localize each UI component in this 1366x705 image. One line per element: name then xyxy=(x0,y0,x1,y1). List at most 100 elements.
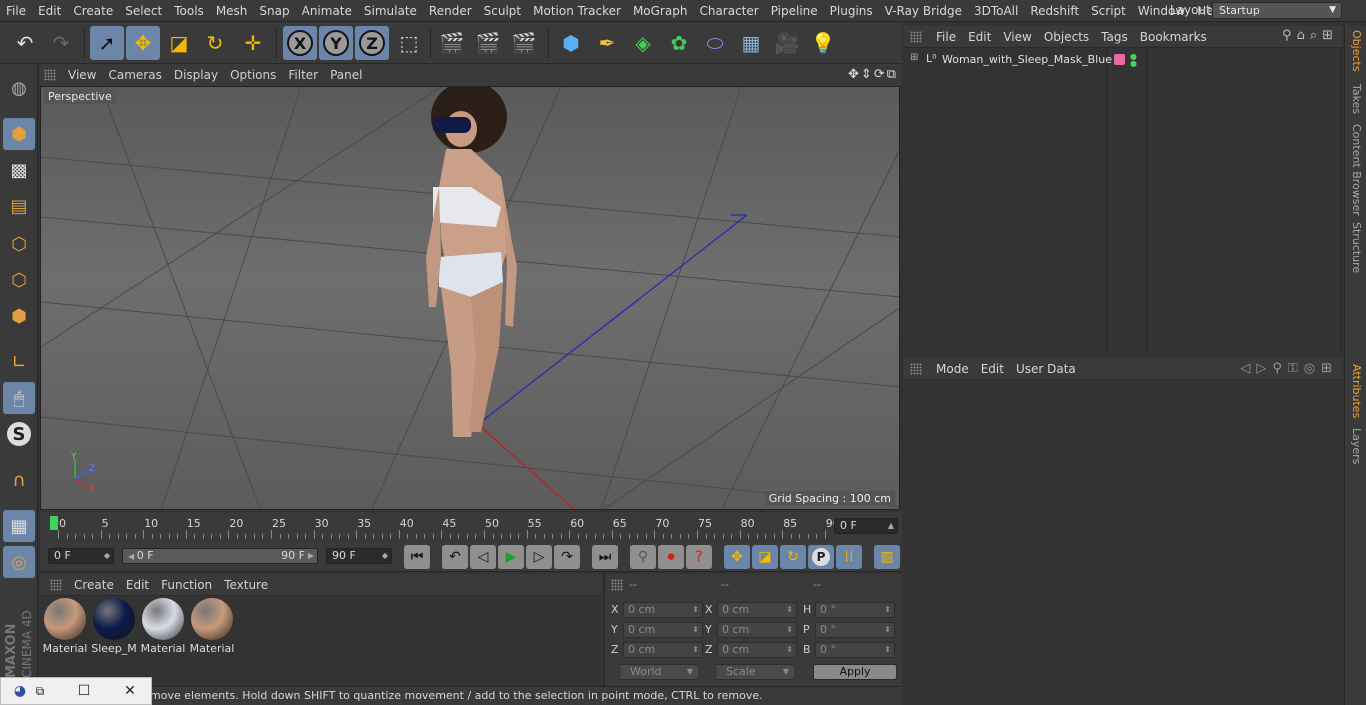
viewport-menu-display[interactable]: Display xyxy=(168,68,224,82)
object-menu-tags[interactable]: Tags xyxy=(1095,30,1134,44)
quantize-button[interactable]: ◎ xyxy=(3,546,35,578)
material-swatch[interactable]: Material xyxy=(140,598,186,656)
viewport-menu-panel[interactable]: Panel xyxy=(324,68,368,82)
key-position-button[interactable]: ✥ xyxy=(724,545,750,569)
viewport-nav-icons[interactable]: ✥⇕⟳⧉ xyxy=(848,67,898,82)
coord-value-field[interactable]: 0 cm ⬍ xyxy=(623,642,703,658)
menu-simulate[interactable]: Simulate xyxy=(358,4,423,18)
attribute-menu-edit[interactable]: Edit xyxy=(975,362,1010,376)
subdivision-button[interactable]: ◈ xyxy=(626,26,660,60)
coord-value-field[interactable]: 0 cm ⬍ xyxy=(623,622,703,638)
key-pla-button[interactable]: ⁞⁞ xyxy=(836,545,862,569)
menu-redshift[interactable]: Redshift xyxy=(1024,4,1085,18)
viewport-perspective[interactable]: Y Z X Perspective Grid Spacing : 100 cm xyxy=(40,86,900,510)
menu-motion-tracker[interactable]: Motion Tracker xyxy=(527,4,627,18)
object-menu-bookmarks[interactable]: Bookmarks xyxy=(1134,30,1213,44)
workplane-mode-button[interactable]: ▤ xyxy=(3,190,35,222)
z-axis-lock-button[interactable]: Z xyxy=(355,26,389,60)
timeline-window-button[interactable]: ▥ xyxy=(874,545,900,569)
menu-3dtoall[interactable]: 3DToAll xyxy=(968,4,1024,18)
viewport-menu-view[interactable]: View xyxy=(62,68,102,82)
tweak-mode-button[interactable]: 🖱 xyxy=(3,382,35,414)
menu-file[interactable]: File xyxy=(0,4,32,18)
go-to-end-button[interactable]: ⏭ xyxy=(592,545,618,569)
previous-key-button[interactable]: ↶ xyxy=(442,545,468,569)
end-frame-field[interactable]: 90 F ◆ xyxy=(326,548,392,564)
spline-pen-button[interactable]: ✒ xyxy=(590,26,624,60)
coord-value-field[interactable]: 0 cm ⬍ xyxy=(717,642,797,658)
menu-script[interactable]: Script xyxy=(1085,4,1132,18)
menu-animate[interactable]: Animate xyxy=(296,4,358,18)
play-button[interactable]: ▶ xyxy=(498,545,524,569)
viewport-camera-label[interactable]: Perspective xyxy=(44,89,116,104)
menu-edit[interactable]: Edit xyxy=(32,4,67,18)
menu-pipeline[interactable]: Pipeline xyxy=(765,4,824,18)
edges-mode-button[interactable]: ⬡ xyxy=(3,264,35,296)
menu-tools[interactable]: Tools xyxy=(168,4,210,18)
menu-v-ray-bridge[interactable]: V-Ray Bridge xyxy=(879,4,968,18)
coordinate-space-select[interactable]: World ▼ xyxy=(619,664,699,680)
solo-button[interactable]: S xyxy=(3,418,35,450)
material-swatch[interactable]: Material xyxy=(189,598,235,656)
attribute-menu-user-data[interactable]: User Data xyxy=(1010,362,1082,376)
frame-range-slider[interactable]: ◀ 0 F 90 F ▶ xyxy=(122,548,318,564)
coord-value-field[interactable]: 0 ° ⬍ xyxy=(815,642,895,658)
camera-button[interactable]: 🎥 xyxy=(770,26,804,60)
render-picture-viewer-button[interactable]: 🎬 xyxy=(471,26,505,60)
scale-tool-button[interactable]: ◪ xyxy=(162,26,196,60)
snap-button[interactable]: ∩ xyxy=(3,464,35,496)
object-row[interactable]: ⊞ L⁰ Woman_with_Sleep_Mask_Blue ● ● xyxy=(908,52,1338,68)
menu-render[interactable]: Render xyxy=(423,4,478,18)
side-tab-takes[interactable]: Takes xyxy=(1350,84,1363,114)
viewport-menu-options[interactable]: Options xyxy=(224,68,282,82)
enable-workplane-button[interactable]: ▦ xyxy=(3,510,35,542)
key-scale-button[interactable]: ◪ xyxy=(752,545,778,569)
object-name[interactable]: Woman_with_Sleep_Mask_Blue xyxy=(942,53,1112,66)
autokey-button[interactable]: ⏺ xyxy=(658,545,684,569)
light-button[interactable]: 💡 xyxy=(806,26,840,60)
coord-value-field[interactable]: 0 ° ⬍ xyxy=(815,622,895,638)
material-menu-edit[interactable]: Edit xyxy=(120,578,155,592)
record-keys-button[interactable]: ⚲ xyxy=(630,545,656,569)
material-swatch[interactable]: Material xyxy=(42,598,88,656)
scale-mode-select[interactable]: Scale ▼ xyxy=(715,664,795,680)
viewport-menu-cameras[interactable]: Cameras xyxy=(102,68,167,82)
cloner-button[interactable]: ✿ xyxy=(662,26,696,60)
expand-plus-icon[interactable]: ⊞ xyxy=(910,52,918,63)
y-axis-lock-button[interactable]: Y xyxy=(319,26,353,60)
cube-button[interactable]: ⬢ xyxy=(554,26,588,60)
object-manager-tools[interactable]: ⚲⌂⌕⊞ xyxy=(1282,28,1338,43)
visibility-dots-icon[interactable]: ● ● xyxy=(1130,53,1137,68)
viewport-menu-filter[interactable]: Filter xyxy=(282,68,324,82)
material-menu-function[interactable]: Function xyxy=(155,578,218,592)
keyframe-selection-button[interactable]: ? xyxy=(686,545,712,569)
texture-mode-button[interactable]: ▩ xyxy=(3,154,35,186)
axis-mode-button[interactable]: ∟ xyxy=(3,346,35,378)
menu-snap[interactable]: Snap xyxy=(253,4,295,18)
make-editable-button[interactable]: ◍ xyxy=(3,72,35,104)
attribute-manager-tools[interactable]: ◁▷⚲⚿◎⊞ xyxy=(1240,361,1338,376)
points-mode-button[interactable]: ⬡ xyxy=(3,228,35,260)
polygons-mode-button[interactable]: ⬢ xyxy=(3,300,35,332)
next-key-button[interactable]: ↷ xyxy=(554,545,580,569)
floor-button[interactable]: ▦ xyxy=(734,26,768,60)
material-menu-create[interactable]: Create xyxy=(68,578,120,592)
rotate-tool-button[interactable]: ↻ xyxy=(198,26,232,60)
go-to-start-button[interactable]: ⏮ xyxy=(404,545,430,569)
key-parameter-button[interactable]: P xyxy=(808,545,834,569)
undo-button[interactable]: ↶ xyxy=(8,26,42,60)
model-mode-button[interactable]: ⬢ xyxy=(3,118,35,150)
coordinate-system-button[interactable]: ⬚ xyxy=(392,26,426,60)
coord-value-field[interactable]: 0 cm ⬍ xyxy=(623,602,703,618)
object-menu-view[interactable]: View xyxy=(997,30,1037,44)
object-menu-objects[interactable]: Objects xyxy=(1038,30,1095,44)
material-tag-icon[interactable] xyxy=(1114,54,1125,65)
timeline-playhead[interactable] xyxy=(50,516,58,530)
menu-mesh[interactable]: Mesh xyxy=(210,4,254,18)
menu-character[interactable]: Character xyxy=(693,4,764,18)
object-menu-file[interactable]: File xyxy=(930,30,962,44)
render-view-button[interactable]: 🎬 xyxy=(435,26,469,60)
current-frame-field[interactable]: 0 F ▲ xyxy=(834,518,898,534)
recent-tools-button[interactable]: ✛ xyxy=(236,26,270,60)
side-tab-structure[interactable]: Structure xyxy=(1350,222,1363,273)
